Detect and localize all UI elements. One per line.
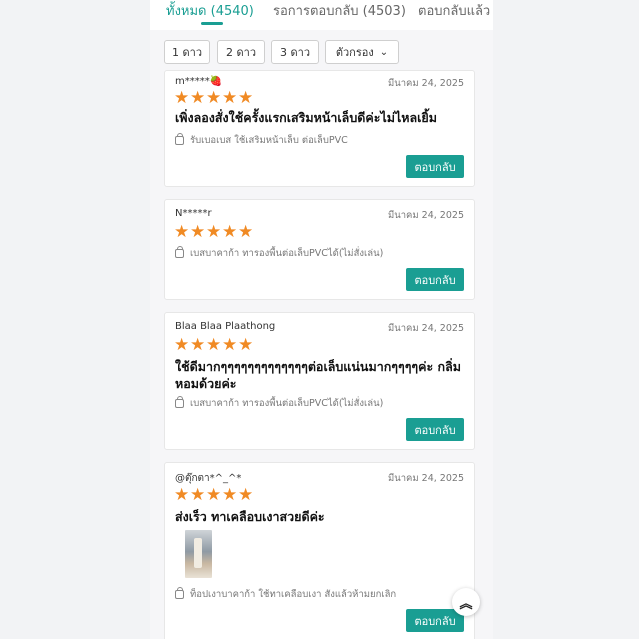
product-variant-label: เบสบาคาก้า ทารองพื้นต่อเล็บPVCได้(ไม่สั่… — [190, 398, 384, 409]
filter-dropdown-label: ตัวกรอง — [335, 46, 374, 59]
product-variant-label: รับเบอเบส ใช้เสริมหน้าเล็บ ต่อเล็บPVC — [190, 135, 348, 146]
active-tab-indicator — [201, 22, 223, 25]
star-icon: ★ — [174, 485, 190, 505]
shopping-bag-icon — [175, 133, 184, 145]
product-variant: เบสบาคาก้า ทารองพื้นต่อเล็บPVCได้(ไม่สั่… — [175, 396, 383, 411]
star-icon: ★ — [238, 335, 254, 355]
star-icon: ★ — [190, 222, 206, 242]
star-icon: ★ — [174, 335, 190, 355]
scroll-to-top-button[interactable]: ︽ — [452, 588, 480, 616]
filter-2-star-label: 2 ดาว — [226, 46, 256, 59]
reviewer-name: m*****🍓 — [175, 76, 223, 87]
review-text: ส่งเร็ว ทาเคลือบเงาสวยดีค่ะ — [175, 509, 325, 524]
star-icon: ★ — [206, 222, 222, 242]
tab-all[interactable]: ทั้งหมด (4540) — [166, 0, 254, 21]
star-icon: ★ — [238, 222, 254, 242]
star-icon: ★ — [174, 88, 190, 108]
star-rating: ★ ★ ★ ★ ★ — [174, 89, 254, 107]
review-date: มีนาคม 24, 2025 — [387, 473, 464, 484]
shopping-bag-icon — [175, 587, 184, 599]
star-icon: ★ — [190, 335, 206, 355]
review-text: เพิ่งลองสั่งใช้ครั้งแรกเสริมหน้าเล็บดีค่… — [175, 110, 437, 125]
tab-awaiting-reply[interactable]: รอการตอบกลับ (4503) — [273, 0, 406, 21]
product-variant-label: เบสบาคาก้า ทารองพื้นต่อเล็บPVCได้(ไม่สั่… — [190, 248, 384, 259]
star-icon: ★ — [222, 222, 238, 242]
review-photo[interactable] — [185, 530, 212, 578]
review-screen: ทั้งหมด (4540) รอการตอบกลับ (4503) ตอบกล… — [150, 0, 493, 639]
star-icon: ★ — [190, 88, 206, 108]
review-card: m*****🍓 มีนาคม 24, 2025 ★ ★ ★ ★ ★ เพิ่งลองสั… — [164, 70, 475, 187]
filter-dropdown[interactable]: ตัวกรอง ⌄ — [325, 40, 399, 64]
shopping-bag-icon — [175, 246, 184, 258]
filter-3-star[interactable]: 3 ดาว — [271, 40, 319, 64]
star-icon: ★ — [206, 88, 222, 108]
review-text: ใช้ดีมากๆๆๆๆๆๆๆๆๆๆๆๆๆต่อเล็บแน่นมากๆๆๆๆค… — [175, 359, 462, 391]
left-background — [0, 0, 150, 639]
review-date: มีนาคม 24, 2025 — [387, 78, 464, 89]
star-icon: ★ — [206, 485, 222, 505]
review-date: มีนาคม 24, 2025 — [387, 210, 464, 221]
star-icon: ★ — [238, 485, 254, 505]
filter-1-star-label: 1 ดาว — [172, 46, 202, 59]
star-icon: ★ — [222, 88, 238, 108]
star-icon: ★ — [238, 88, 254, 108]
star-rating: ★ ★ ★ ★ ★ — [174, 223, 254, 241]
review-card: N*****r มีนาคม 24, 2025 ★ ★ ★ ★ ★ เบสบาคาก้า… — [164, 199, 475, 300]
star-icon: ★ — [190, 485, 206, 505]
star-rating: ★ ★ ★ ★ ★ — [174, 486, 254, 504]
double-chevron-up-icon: ︽ — [459, 596, 473, 612]
shopping-bag-icon — [175, 396, 184, 408]
review-card: Blaa Blaa Plaathong มีนาคม 24, 2025 ★ ★ ★ ★… — [164, 312, 475, 450]
product-variant: รับเบอเบส ใช้เสริมหน้าเล็บ ต่อเล็บPVC — [175, 133, 348, 148]
reply-button[interactable]: ตอบกลับ — [406, 609, 464, 632]
reply-button[interactable]: ตอบกลับ — [406, 418, 464, 441]
reply-button[interactable]: ตอบกลับ — [406, 155, 464, 178]
reviewer-name: @ตุ๊กตา*^_^* — [175, 473, 242, 484]
product-variant-label: ท็อปเงาบาคาก้า ใช้ทาเคลือบเงา สังแล้วห้า… — [190, 589, 397, 600]
star-icon: ★ — [174, 222, 190, 242]
reviewer-name: Blaa Blaa Plaathong — [175, 321, 276, 332]
filter-bar: 1 ดาว 2 ดาว 3 ดาว ตัวกรอง ⌄ — [150, 30, 493, 72]
star-icon: ★ — [206, 335, 222, 355]
review-card: @ตุ๊กตา*^_^* มีนาคม 24, 2025 ★ ★ ★ ★ ★ ส่งเร… — [164, 462, 475, 639]
star-rating: ★ ★ ★ ★ ★ — [174, 336, 254, 354]
tab-replied[interactable]: ตอบกลับแล้ว — [418, 0, 490, 21]
star-icon: ★ — [222, 485, 238, 505]
filter-3-star-label: 3 ดาว — [280, 46, 310, 59]
reviewer-name: N*****r — [175, 208, 212, 219]
right-background — [493, 0, 639, 639]
review-tabs: ทั้งหมด (4540) รอการตอบกลับ (4503) ตอบกล… — [150, 0, 493, 30]
filter-2-star[interactable]: 2 ดาว — [217, 40, 265, 64]
reply-button[interactable]: ตอบกลับ — [406, 268, 464, 291]
product-variant: เบสบาคาก้า ทารองพื้นต่อเล็บPVCได้(ไม่สั่… — [175, 246, 383, 261]
filter-1-star[interactable]: 1 ดาว — [164, 40, 210, 64]
star-icon: ★ — [222, 335, 238, 355]
chevron-down-icon: ⌄ — [379, 46, 389, 58]
review-date: มีนาคม 24, 2025 — [387, 323, 464, 334]
product-variant: ท็อปเงาบาคาก้า ใช้ทาเคลือบเงา สังแล้วห้า… — [175, 587, 396, 602]
